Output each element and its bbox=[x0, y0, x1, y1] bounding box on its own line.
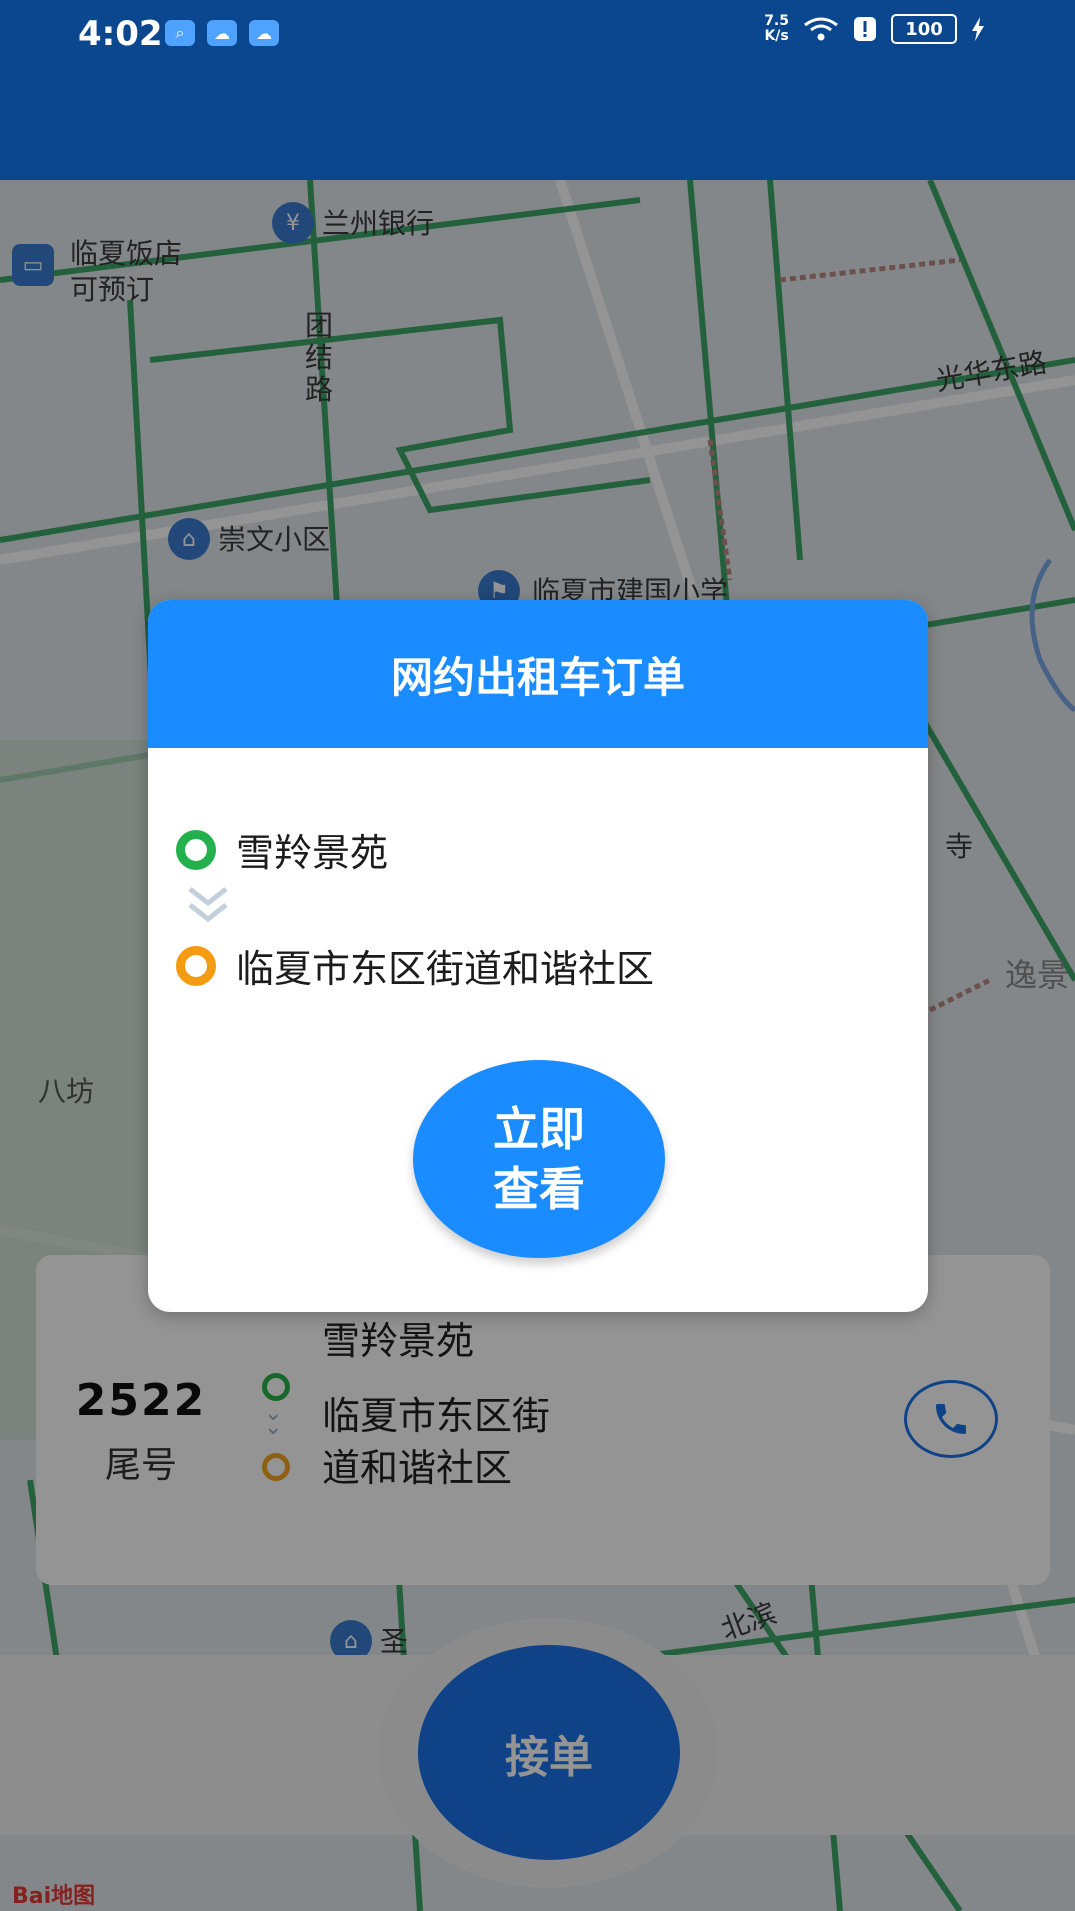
weather-icon: ☁ bbox=[207, 20, 237, 46]
status-indicators: 7.5 K/s 100 bbox=[764, 14, 985, 44]
charging-icon bbox=[971, 17, 985, 41]
start-location-row: 雪羚景苑 bbox=[176, 822, 388, 877]
start-marker-icon bbox=[176, 829, 216, 870]
wifi-icon bbox=[803, 15, 839, 43]
status-time: 4:02 bbox=[78, 14, 163, 54]
battery-indicator: 100 bbox=[891, 14, 957, 44]
order-dialog: 网约出租车订单 雪羚景苑 临夏市东区街道和谐社区 立即查看 bbox=[148, 600, 928, 1312]
search-app-icon: ⌕ bbox=[165, 20, 195, 46]
end-location: 临夏市东区街道和谐社区 bbox=[236, 947, 655, 991]
alert-icon bbox=[853, 16, 877, 42]
dialog-title: 网约出租车订单 bbox=[148, 600, 928, 748]
view-now-button[interactable]: 立即查看 bbox=[413, 1060, 665, 1258]
end-location-row: 临夏市东区街道和谐社区 bbox=[176, 938, 654, 993]
app-header: 4:02 ⌕ ☁ ☁ 7.5 K/s 100 bbox=[0, 0, 1075, 180]
notification-icons: ⌕ ☁ ☁ bbox=[165, 20, 279, 46]
cloud-icon: ☁ bbox=[249, 20, 279, 46]
chevron-down-icon bbox=[188, 887, 228, 923]
view-now-label: 立即查看 bbox=[493, 1102, 585, 1216]
network-speed: 7.5 K/s bbox=[764, 13, 789, 44]
start-location: 雪羚景苑 bbox=[236, 831, 389, 875]
end-marker-icon bbox=[176, 945, 216, 986]
